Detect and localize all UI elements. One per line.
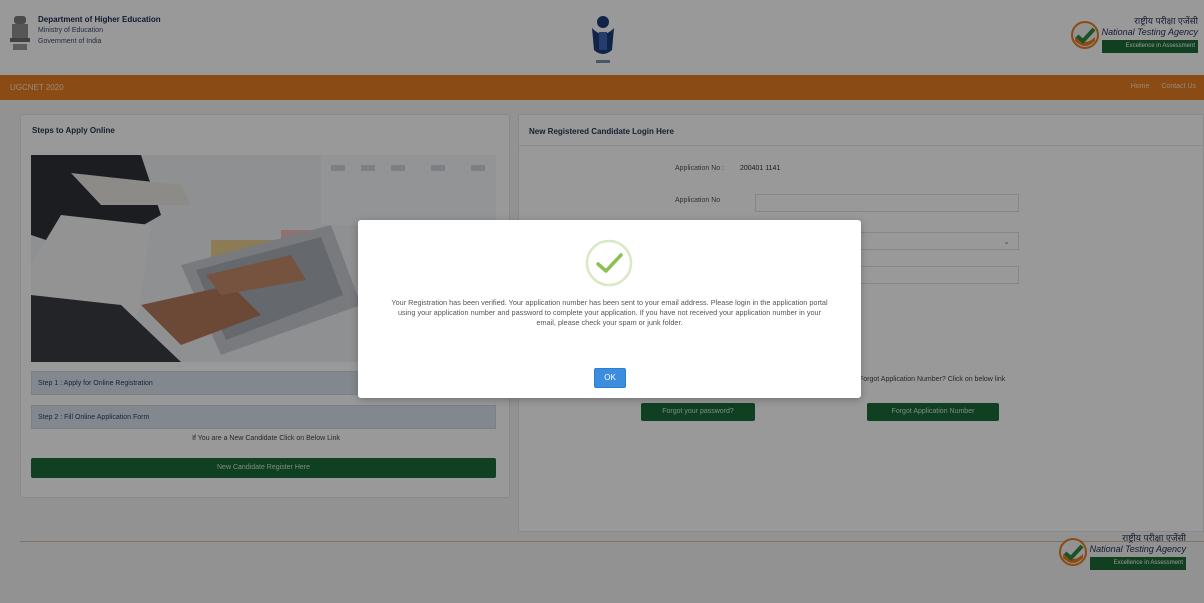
registration-success-modal: Your Registration has been verified. You…: [358, 220, 861, 398]
ok-button[interactable]: OK: [594, 368, 626, 388]
modal-message: Your Registration has been verified. You…: [391, 298, 828, 327]
success-check-icon: [584, 238, 634, 288]
